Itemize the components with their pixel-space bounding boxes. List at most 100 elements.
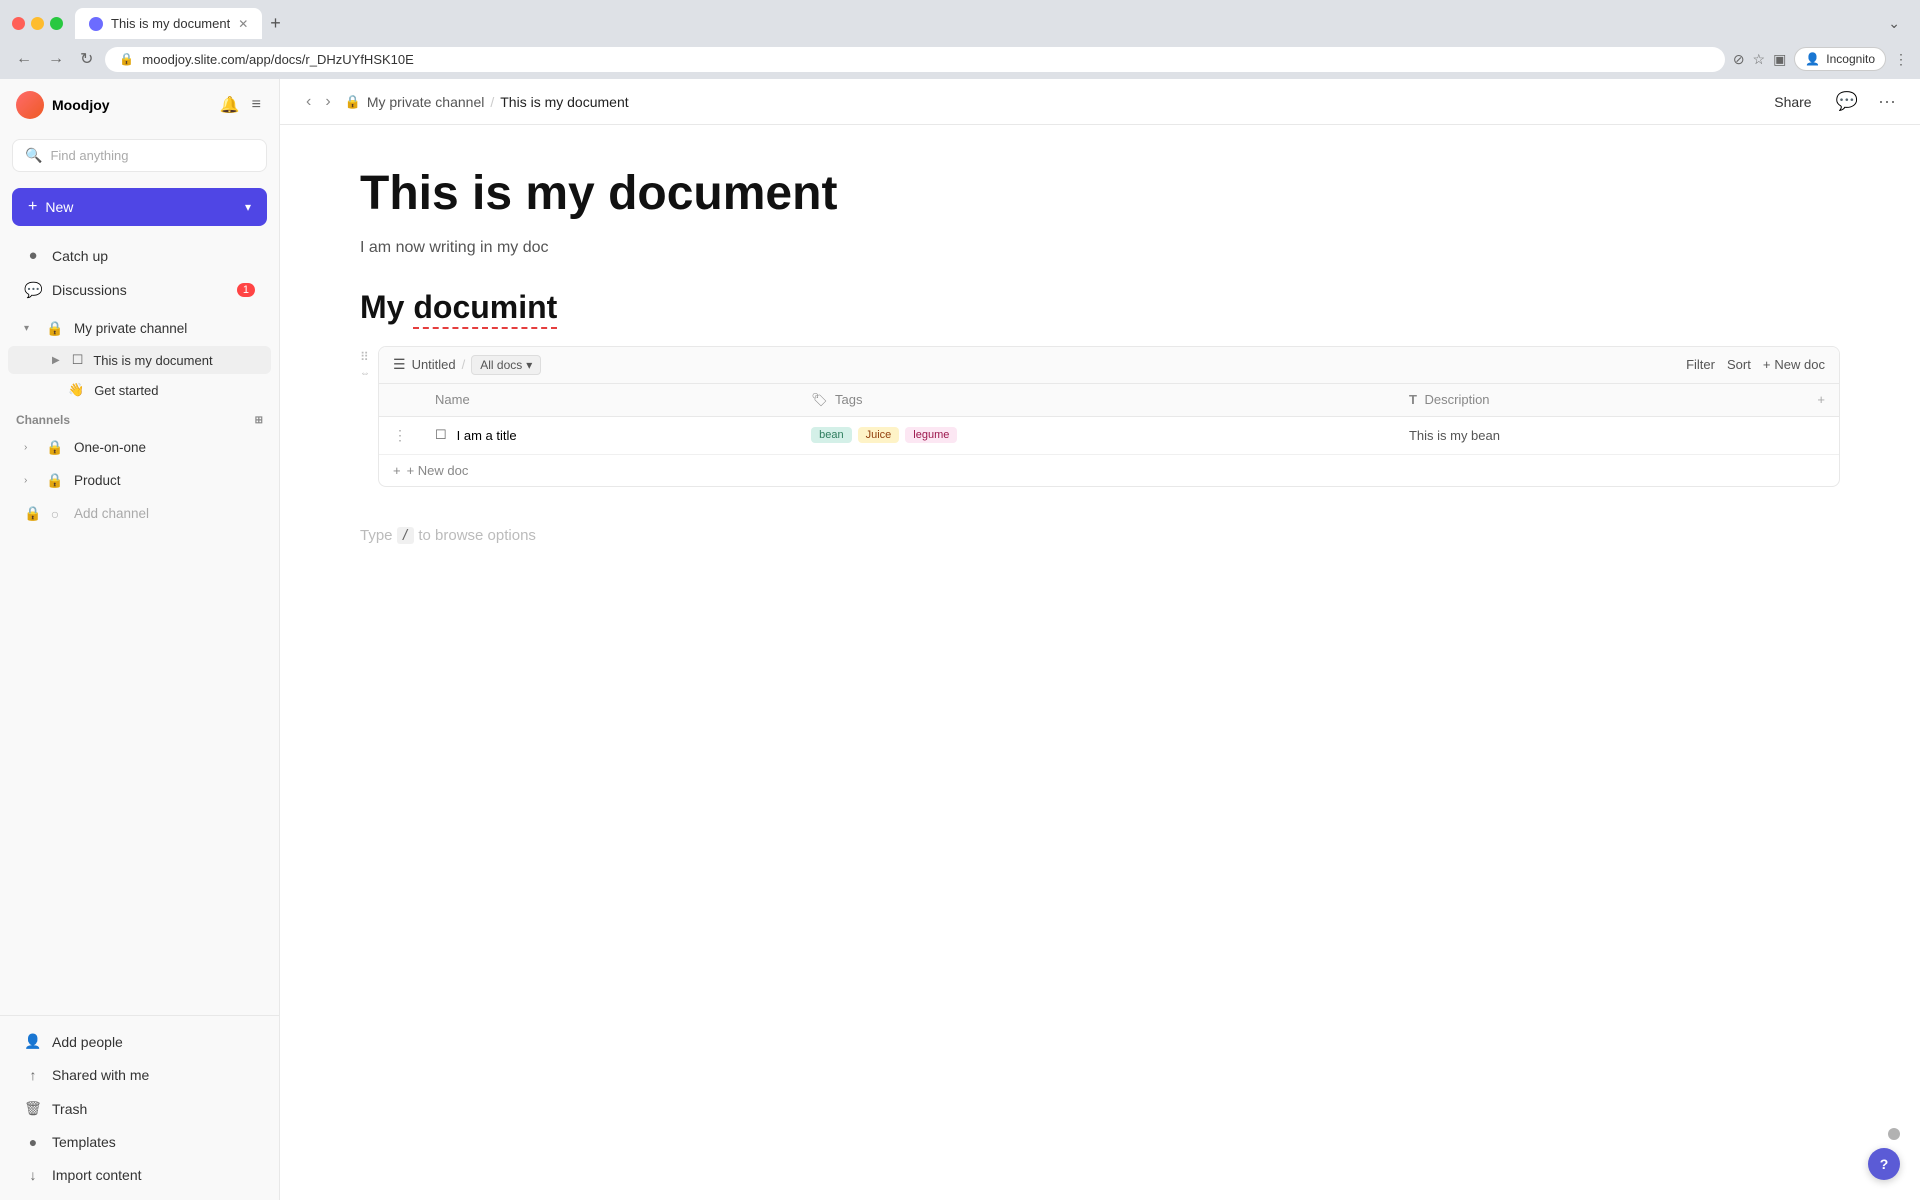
sidebar-item-catch-up[interactable]: ● Catch up	[8, 239, 271, 272]
trash-icon: 🗑	[24, 1100, 42, 1117]
more-options-button[interactable]: ···	[1874, 87, 1900, 116]
sidebar-item-product[interactable]: › 🔒 Product	[8, 465, 271, 496]
sidebar-item-trash[interactable]: 🗑 Trash	[8, 1092, 271, 1125]
collapse-sidebar-button[interactable]: ≡	[250, 93, 263, 117]
row-menu-icon[interactable]: ⋮	[393, 427, 407, 443]
sidebar-item-my-private-channel[interactable]: ▾ 🔒 My private channel	[8, 313, 271, 344]
sidebar-bottom: 👤 Add people ↑ Shared with me 🗑 Trash ● …	[0, 1015, 279, 1200]
topbar-nav: ‹ ›	[300, 89, 337, 115]
tab-favicon	[89, 17, 103, 31]
sidebar-item-discussions[interactable]: 💬 Discussions 1	[8, 273, 271, 307]
window-maximize[interactable]	[50, 17, 63, 30]
sidebar-item-add-channel[interactable]: 🔒 ○ Add channel	[8, 498, 271, 529]
new-button-chevron: ▾	[245, 200, 251, 214]
tab-list-chevron[interactable]: ⌄	[1880, 11, 1908, 35]
browser-tab-active[interactable]: This is my document ✕	[75, 8, 262, 39]
refresh-button[interactable]: ↻	[76, 45, 97, 73]
heading-text-documint: documint	[413, 289, 557, 329]
tag-juice[interactable]: Juice	[858, 427, 900, 443]
row-doc-icon: ☐	[435, 427, 447, 443]
nav-forward-button[interactable]: ›	[319, 89, 336, 115]
database-table: Name 🏷 Tags T Description	[379, 384, 1839, 454]
row-tags-cell: bean Juice legume	[797, 416, 1395, 454]
sort-button[interactable]: Sort	[1727, 357, 1751, 372]
new-doc-button[interactable]: + New doc	[1763, 357, 1825, 372]
window-minimize[interactable]	[31, 17, 44, 30]
catch-up-icon: ●	[24, 247, 42, 264]
add-row-label: + New doc	[407, 463, 469, 478]
col-description-header: T Description	[1395, 384, 1803, 417]
add-channel-plus-icon: ○	[46, 506, 64, 522]
bookmark-icon[interactable]: ☆	[1753, 51, 1766, 68]
sidebar-item-shared-with-me[interactable]: ↑ Shared with me	[8, 1059, 271, 1091]
type-hint-slash: /	[397, 527, 415, 544]
back-button[interactable]: ←	[12, 46, 36, 72]
incognito-profile[interactable]: 👤 Incognito	[1794, 47, 1886, 71]
new-button[interactable]: + New ▾	[12, 188, 267, 226]
comment-button[interactable]: 💬	[1832, 87, 1862, 116]
add-row-button[interactable]: + + New doc	[379, 454, 1839, 486]
window-close[interactable]	[12, 17, 25, 30]
get-started-emoji: 👋	[68, 382, 84, 398]
sidebar-item-one-on-one[interactable]: › 🔒 One-on-one	[8, 432, 271, 463]
sidebar-item-get-started[interactable]: 👋 Get started	[8, 376, 271, 404]
get-started-label: Get started	[94, 383, 158, 398]
col-add-header[interactable]: +	[1803, 384, 1839, 417]
tag-legume[interactable]: legume	[905, 427, 957, 443]
new-doc-plus: +	[1763, 357, 1771, 372]
channels-section-icon: ⊞	[255, 415, 263, 426]
row-name-text[interactable]: I am a title	[457, 428, 517, 443]
add-row-plus: +	[393, 463, 401, 478]
db-view-selector[interactable]: All docs ▾	[471, 355, 541, 375]
search-placeholder-text: Find anything	[50, 148, 128, 163]
camera-off-icon[interactable]: ⊘	[1733, 51, 1745, 68]
col-tags-header: 🏷 Tags	[797, 384, 1395, 417]
help-button[interactable]: ?	[1868, 1148, 1900, 1180]
add-column-icon[interactable]: +	[1817, 392, 1825, 407]
breadcrumb-lock-icon: 🔒	[345, 94, 361, 110]
new-tab-button[interactable]: +	[262, 9, 289, 38]
channel-expand-icon: ▾	[24, 323, 36, 334]
catch-up-label: Catch up	[52, 248, 108, 264]
drag-handle-icon[interactable]: ⠿	[360, 350, 370, 364]
channels-section-header[interactable]: Channels ⊞	[0, 405, 279, 431]
my-private-channel-label: My private channel	[74, 321, 187, 336]
discussions-icon: 💬	[24, 281, 42, 299]
sidebar-header: Moodjoy 🔔 ≡	[0, 79, 279, 131]
expand-icon[interactable]: ⇔	[360, 368, 370, 379]
forward-button[interactable]: →	[44, 46, 68, 72]
sidebar-item-add-people[interactable]: 👤 Add people	[8, 1025, 271, 1058]
breadcrumb-current-doc: This is my document	[500, 94, 628, 110]
discussions-label: Discussions	[52, 282, 127, 298]
description-header-icon: T	[1409, 392, 1417, 407]
trash-label: Trash	[52, 1101, 87, 1117]
doc-expand-icon: ▶	[52, 355, 60, 366]
browser-menu-icon[interactable]: ⋮	[1894, 51, 1908, 68]
search-box[interactable]: 🔍 Find anything	[12, 139, 267, 172]
address-bar[interactable]: 🔒 moodjoy.slite.com/app/docs/r_DHzUYfHSK…	[105, 47, 1724, 72]
doc-type-icon: ☐	[72, 352, 84, 368]
tag-bean[interactable]: bean	[811, 427, 851, 443]
add-channel-icon: 🔒	[24, 505, 36, 522]
this-is-my-document-label: This is my document	[93, 353, 212, 368]
breadcrumb-workspace[interactable]: My private channel	[367, 94, 485, 110]
sidebar-item-import-content[interactable]: ↓ Import content	[8, 1159, 271, 1191]
product-label: Product	[74, 473, 121, 488]
document-subtitle: I am now writing in my doc	[360, 239, 1840, 257]
db-toolbar-left: ☰ Untitled / All docs ▾	[393, 355, 1678, 375]
browser-actions: ⊘ ☆ ▣ 👤 Incognito ⋮	[1733, 47, 1908, 71]
add-people-icon: 👤	[24, 1033, 42, 1050]
document-title: This is my document	[360, 165, 1840, 223]
share-button[interactable]: Share	[1766, 90, 1819, 114]
filter-button[interactable]: Filter	[1686, 357, 1715, 372]
nav-back-button[interactable]: ‹	[300, 89, 317, 115]
table-row: ⋮ ☐ I am a title	[379, 416, 1839, 454]
sidebar-view-icon[interactable]: ▣	[1773, 51, 1786, 68]
notifications-button[interactable]: 🔔	[218, 93, 242, 117]
database-block: ☰ Untitled / All docs ▾ Filter Sort	[378, 346, 1840, 487]
sidebar-item-this-is-my-document[interactable]: ▶ ☐ This is my document	[8, 346, 271, 374]
url-text: moodjoy.slite.com/app/docs/r_DHzUYfHSK10…	[142, 52, 1710, 67]
sidebar-item-templates[interactable]: ● Templates	[8, 1126, 271, 1158]
tab-close-button[interactable]: ✕	[238, 18, 248, 30]
search-icon: 🔍	[25, 147, 42, 164]
